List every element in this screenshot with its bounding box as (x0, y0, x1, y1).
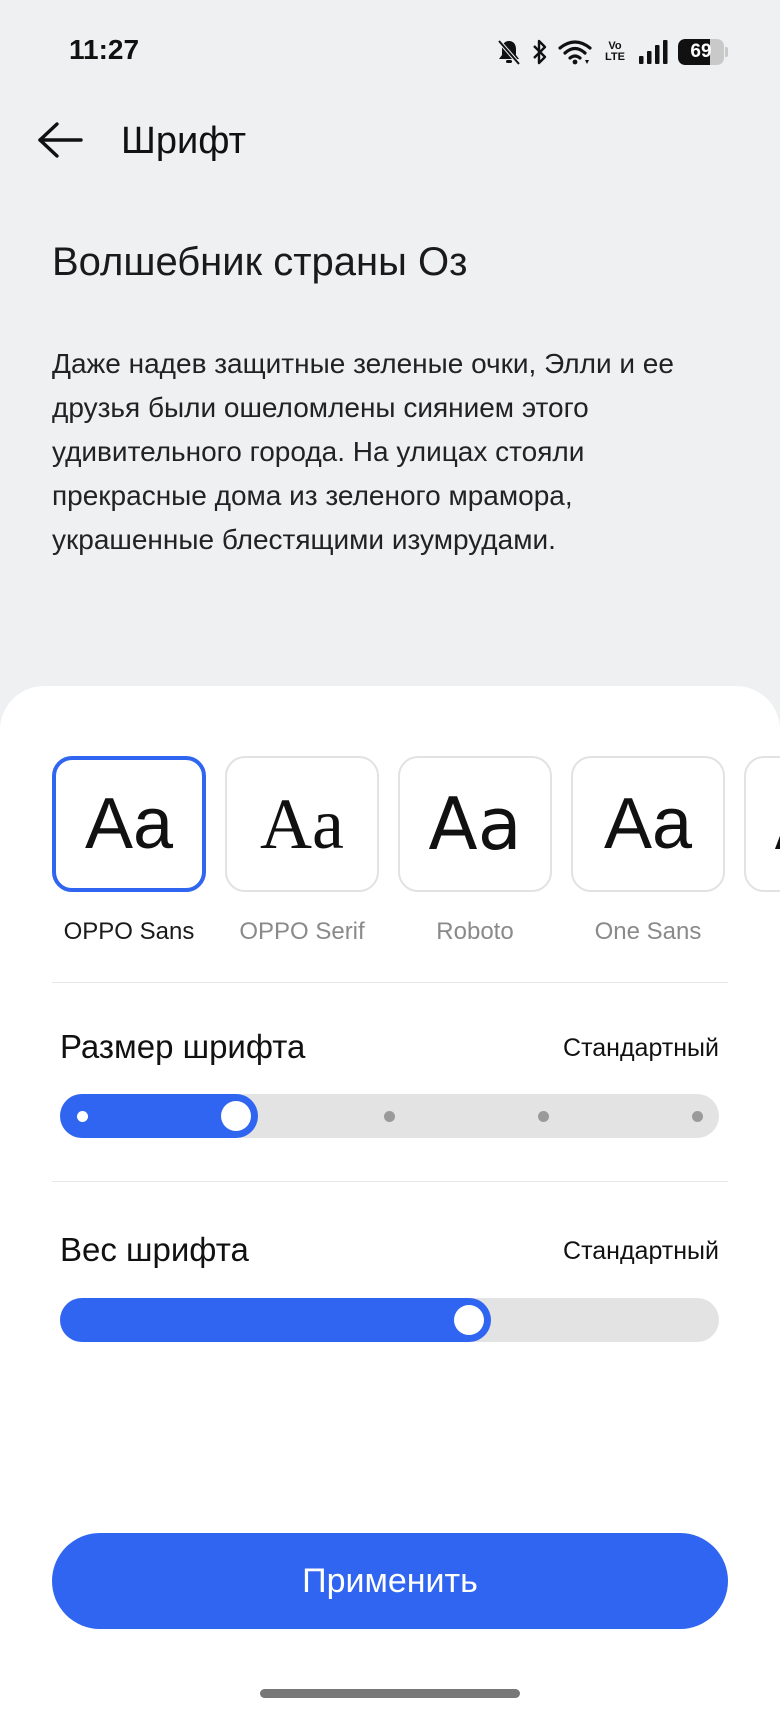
battery-percent: 69 (690, 41, 712, 62)
font-weight-label: Вес шрифта (60, 1231, 249, 1268)
bluetooth-icon (532, 38, 548, 66)
font-size-value: Стандартный (563, 1034, 719, 1062)
font-preview-card[interactable]: Aa (52, 756, 206, 892)
font-sample: Aa (84, 784, 174, 864)
slider-step-dot[interactable] (691, 1111, 703, 1122)
font-option-one-sans[interactable]: Aa One Sans (571, 756, 725, 946)
font-sample: Aa (428, 782, 522, 866)
divider (52, 982, 728, 983)
font-sample: Aa (774, 782, 780, 866)
font-name: One Sans (594, 918, 702, 945)
font-option-roboto[interactable]: Aa Roboto (398, 756, 552, 946)
volte-icon: Vo LTE (605, 40, 625, 63)
font-option-partial[interactable]: Aa (744, 756, 780, 918)
battery-icon: 69 (678, 39, 728, 65)
font-sample: Aa (603, 784, 693, 864)
slider-step-dot[interactable] (76, 1111, 88, 1122)
font-weight-value: Стандартный (563, 1237, 719, 1265)
font-size-slider[interactable] (60, 1094, 719, 1138)
mute-bell-icon (496, 38, 522, 66)
apply-button[interactable]: Применить (52, 1533, 728, 1629)
font-name: OPPO Serif (239, 918, 365, 945)
signal-icon (638, 39, 668, 65)
font-name: OPPO Sans (63, 918, 195, 945)
font-list[interactable]: Aa OPPO Sans Aa OPPO Serif Aa Roboto Aa … (52, 756, 780, 946)
page-title: Шрифт (121, 120, 247, 162)
wifi-icon (558, 38, 592, 66)
slider-thumb[interactable] (220, 1101, 251, 1131)
preview-text: Даже надев защитные зеленые очки, Элли и… (52, 348, 674, 555)
preview-title: Волшебник страны Оз (52, 240, 468, 284)
font-option-oppo-sans[interactable]: Aa OPPO Sans (52, 756, 206, 946)
font-preview-card[interactable]: Aa (744, 756, 780, 892)
status-icons: Vo LTE 69 (496, 34, 728, 70)
font-option-oppo-serif[interactable]: Aa OPPO Serif (225, 756, 379, 946)
font-preview-card[interactable]: Aa (571, 756, 725, 892)
font-size-label: Размер шрифта (60, 1028, 306, 1065)
slider-fill (60, 1298, 492, 1342)
font-name: Roboto (436, 918, 514, 945)
slider-step-dot[interactable] (384, 1111, 395, 1122)
status-bar: 11:27 Vo LTE 69 (0, 0, 780, 100)
font-preview-card[interactable]: Aa (225, 756, 379, 892)
divider (52, 1181, 728, 1182)
font-weight-slider[interactable] (60, 1298, 719, 1342)
status-time: 11:27 (69, 34, 140, 65)
font-sample: Aa (260, 783, 344, 864)
font-preview-card[interactable]: Aa (398, 756, 552, 892)
home-indicator[interactable] (260, 1689, 520, 1698)
slider-step-dot[interactable] (537, 1111, 549, 1122)
back-button[interactable] (30, 112, 90, 172)
arrow-left-icon (37, 121, 83, 163)
